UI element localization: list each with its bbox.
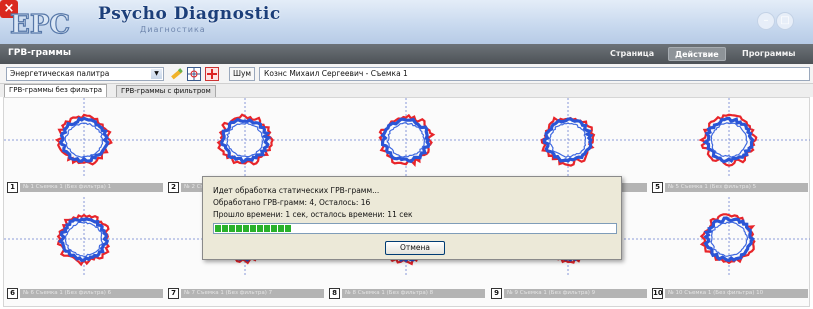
brand-name: Psycho Diagnostic — [98, 4, 281, 24]
title-bar: ГРВ-граммы Страница Действие Программы — [0, 44, 813, 64]
app-header: EPC Psycho Diagnostic Диагностика – □ × — [0, 0, 813, 44]
cell-number: 7 — [168, 288, 179, 299]
cell-number: 6 — [7, 288, 18, 299]
menu-action[interactable]: Действие — [668, 47, 726, 61]
menu-page[interactable]: Страница — [604, 47, 660, 61]
grid-view-icon[interactable] — [187, 67, 201, 81]
cell-number: 1 — [7, 182, 18, 193]
cell-caption: № 9 Съемка 1 (Без фильтра) 9 — [504, 289, 647, 298]
progress-segment — [229, 225, 235, 232]
cell-number: 9 — [491, 288, 502, 299]
cell-caption: № 7 Съемка 1 (Без фильтра) 7 — [181, 289, 324, 298]
progress-fill — [215, 225, 291, 232]
pencil-icon[interactable] — [170, 67, 184, 81]
cancel-button[interactable]: Отмена — [385, 241, 445, 255]
maximize-icon[interactable]: □ — [776, 12, 794, 30]
gdv-image — [649, 98, 810, 178]
gdv-cell-label: 8 № 8 Съемка 1 (Без фильтра) 8 — [329, 288, 487, 299]
progress-segment — [278, 225, 284, 232]
dialog-processed: Обработано ГРВ-грамм: 4, Осталось: 16 — [213, 198, 371, 207]
cell-number: 2 — [168, 182, 179, 193]
gdv-image — [326, 98, 487, 178]
gdv-cell-label: 5 № 5 Съемка 1 (Без фильтра) 5 — [652, 182, 810, 193]
session-value: Кознс Михаил Сергеевич - Съемка 1 — [264, 69, 408, 78]
brand-subtitle: Диагностика — [140, 25, 206, 34]
gdv-image — [649, 197, 810, 277]
tab-with-filter[interactable]: ГРВ-граммы с фильтром — [116, 85, 216, 97]
progress-segment — [271, 225, 277, 232]
svg-text:EPC: EPC — [10, 10, 70, 38]
add-icon[interactable] — [205, 67, 219, 81]
dialog-time: Прошло времени: 1 сек, осталось времени:… — [213, 210, 413, 219]
gdv-image — [4, 197, 165, 277]
gdv-cell-label: 1 № 1 Съемка 1 (Без фильтра) 1 — [7, 182, 165, 193]
tab-strip: ГРВ-граммы без фильтра ГРВ-граммы с филь… — [0, 84, 813, 97]
palette-value: Энергетическая палитра — [10, 69, 110, 78]
cell-number: 10 — [652, 288, 663, 299]
cell-caption: № 1 Съемка 1 (Без фильтра) 1 — [20, 183, 163, 192]
cell-caption: № 5 Съемка 1 (Без фильтра) 5 — [665, 183, 808, 192]
menu-programs[interactable]: Программы — [736, 47, 802, 61]
cell-caption: № 10 Съемка 1 (Без фильтра) 10 — [665, 289, 808, 298]
dialog-status: Идет обработка статических ГРВ-грамм... — [213, 186, 380, 195]
gdv-cell-label: 7 № 7 Съемка 1 (Без фильтра) 7 — [168, 288, 326, 299]
app-logo: EPC — [9, 9, 70, 38]
gdv-image — [488, 98, 649, 178]
progress-segment — [243, 225, 249, 232]
progress-segment — [264, 225, 270, 232]
gdv-cell-label: 10 № 10 Съемка 1 (Без фильтра) 10 — [652, 288, 810, 299]
window-title: ГРВ-граммы — [8, 48, 71, 58]
cell-number: 5 — [652, 182, 663, 193]
gdv-cell-label: 9 № 9 Съемка 1 (Без фильтра) 9 — [491, 288, 649, 299]
progress-segment — [285, 225, 291, 232]
cell-caption: № 8 Съемка 1 (Без фильтра) 8 — [342, 289, 485, 298]
chevron-down-icon[interactable]: ▼ — [151, 69, 162, 79]
gdv-cell-label: 6 № 6 Съемка 1 (Без фильтра) 6 — [7, 288, 165, 299]
tab-without-filter[interactable]: ГРВ-граммы без фильтра — [4, 84, 108, 97]
progress-dialog: Идет обработка статических ГРВ-грамм... … — [202, 176, 622, 260]
gdv-image — [4, 98, 165, 178]
palette-select[interactable]: Энергетическая палитра ▼ — [6, 67, 164, 81]
noise-button[interactable]: Шум — [229, 67, 255, 81]
gdv-image — [165, 98, 326, 178]
progress-segment — [215, 225, 221, 232]
session-field[interactable]: Кознс Михаил Сергеевич - Съемка 1 — [259, 67, 810, 81]
cell-caption: № 6 Съемка 1 (Без фильтра) 6 — [20, 289, 163, 298]
progress-segment — [250, 225, 256, 232]
progress-segment — [222, 225, 228, 232]
toolbar: Энергетическая палитра ▼ Шум Кознс Михаи… — [0, 64, 813, 84]
progress-bar — [213, 223, 617, 234]
cell-number: 8 — [329, 288, 340, 299]
progress-segment — [257, 225, 263, 232]
minimize-icon[interactable]: – — [757, 12, 775, 30]
progress-segment — [236, 225, 242, 232]
